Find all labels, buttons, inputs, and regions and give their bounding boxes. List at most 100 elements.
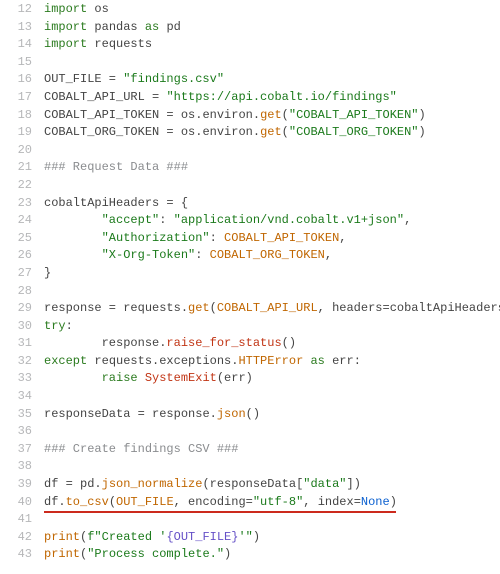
code-content: COBALT_ORG_TOKEN = os.environ.get("COBAL… — [44, 125, 500, 139]
token-op: : — [195, 248, 209, 262]
code-content: try: — [44, 319, 500, 333]
token-op: ( — [217, 371, 224, 385]
token-mod: df — [44, 495, 58, 509]
line-number: 22 — [0, 178, 44, 192]
token-op: = — [102, 72, 124, 86]
token-op: () — [246, 407, 260, 421]
code-line: 37### Create findings CSV ### — [0, 442, 500, 460]
token-call: print — [44, 547, 80, 561]
token-mod: requests — [94, 354, 152, 368]
line-number: 24 — [0, 213, 44, 227]
code-content: except requests.exceptions.HTTPError as … — [44, 354, 500, 368]
code-content: } — [44, 266, 500, 280]
line-number: 19 — [0, 125, 44, 139]
token-kw: try — [44, 319, 66, 333]
token-op: , — [325, 248, 332, 262]
code-line: 41 — [0, 512, 500, 530]
code-content: import requests — [44, 37, 500, 51]
token-comment: ### Request Data ### — [44, 160, 188, 174]
token-str: "Authorization" — [102, 231, 210, 245]
token-op: ( — [109, 495, 116, 509]
code-content: cobaltApiHeaders = { — [44, 196, 500, 210]
code-content: import os — [44, 2, 500, 16]
code-content: COBALT_API_TOKEN = os.environ.get("COBAL… — [44, 108, 500, 122]
token-sp — [138, 20, 145, 34]
code-line: 13import pandas as pd — [0, 20, 500, 38]
token-str: f"Created ' — [87, 530, 166, 544]
line-number: 16 — [0, 72, 44, 86]
code-content: response.raise_for_status() — [44, 336, 500, 350]
line-number: 36 — [0, 424, 44, 438]
token-mod: response — [44, 301, 102, 315]
code-line: 30try: — [0, 319, 500, 337]
token-const: OUT_FILE — [44, 72, 102, 86]
line-number: 13 — [0, 20, 44, 34]
code-line: 12import os — [0, 2, 500, 20]
token-mod: os — [181, 125, 195, 139]
token-mod: cobaltApiHeaders — [44, 196, 159, 210]
line-number: 26 — [0, 248, 44, 262]
code-line: 36 — [0, 424, 500, 442]
token-mod: os — [94, 2, 108, 16]
code-editor: 12import os13import pandas as pd14import… — [0, 0, 500, 574]
line-number: 34 — [0, 389, 44, 403]
token-indent — [44, 213, 102, 227]
line-number: 32 — [0, 354, 44, 368]
code-content: df.to_csv(OUT_FILE, encoding="utf-8", in… — [44, 495, 500, 509]
token-mod: index — [318, 495, 354, 509]
token-indent — [44, 371, 102, 385]
code-line: 28 — [0, 284, 500, 302]
token-mod: environ — [202, 125, 252, 139]
code-line: 17COBALT_API_URL = "https://api.cobalt.i… — [0, 90, 500, 108]
line-number: 14 — [0, 37, 44, 51]
line-number: 28 — [0, 284, 44, 298]
token-red: raise_for_status — [166, 336, 281, 350]
token-kw: as — [145, 20, 159, 34]
code-line: 40df.to_csv(OUT_FILE, encoding="utf-8", … — [0, 495, 500, 513]
token-const: COBALT_API_URL — [44, 90, 145, 104]
token-mod: pandas — [94, 20, 137, 34]
token-mod: requests — [123, 301, 181, 315]
token-op: = { — [159, 196, 188, 210]
code-line: 22 — [0, 178, 500, 196]
token-op: = — [58, 477, 80, 491]
code-content: responseData = response.json() — [44, 407, 500, 421]
code-line: 42print(f"Created '{OUT_FILE}'") — [0, 530, 500, 548]
token-mod: environ — [202, 108, 252, 122]
code-content: OUT_FILE = "findings.csv" — [44, 72, 500, 86]
token-mod: response — [102, 336, 160, 350]
token-mod: df — [44, 477, 58, 491]
token-op: , — [404, 213, 411, 227]
code-line: 18COBALT_API_TOKEN = os.environ.get("COB… — [0, 108, 500, 126]
line-number: 31 — [0, 336, 44, 350]
token-kw: as — [310, 354, 324, 368]
token-mod: responseData — [44, 407, 130, 421]
token-kw: except — [44, 354, 87, 368]
code-content: import pandas as pd — [44, 20, 500, 34]
token-mod: pd — [166, 20, 180, 34]
token-mod: headers — [332, 301, 382, 315]
token-str: "Process complete." — [87, 547, 224, 561]
token-op: ) — [419, 108, 426, 122]
token-op: = — [102, 301, 124, 315]
token-mod: pd — [80, 477, 94, 491]
token-str: "application/vnd.cobalt.v1+json" — [174, 213, 404, 227]
token-op: . — [58, 495, 65, 509]
line-number: 18 — [0, 108, 44, 122]
code-content: print(f"Created '{OUT_FILE}'") — [44, 530, 500, 544]
token-str: "https://api.cobalt.io/findings" — [166, 90, 396, 104]
token-mod: exceptions — [159, 354, 231, 368]
token-op: ]) — [347, 477, 361, 491]
token-op: ) — [246, 371, 253, 385]
token-str: "data" — [303, 477, 346, 491]
token-mod: responseData — [210, 477, 296, 491]
code-content: "X-Org-Token": COBALT_ORG_TOKEN, — [44, 248, 500, 262]
line-number: 25 — [0, 231, 44, 245]
token-red: SystemExit — [145, 371, 217, 385]
code-line: 39df = pd.json_normalize(responseData["d… — [0, 477, 500, 495]
code-content: response = requests.get(COBALT_API_URL, … — [44, 301, 500, 315]
token-op: : — [66, 319, 73, 333]
line-number: 15 — [0, 55, 44, 69]
token-indent — [44, 248, 102, 262]
token-call: json — [217, 407, 246, 421]
